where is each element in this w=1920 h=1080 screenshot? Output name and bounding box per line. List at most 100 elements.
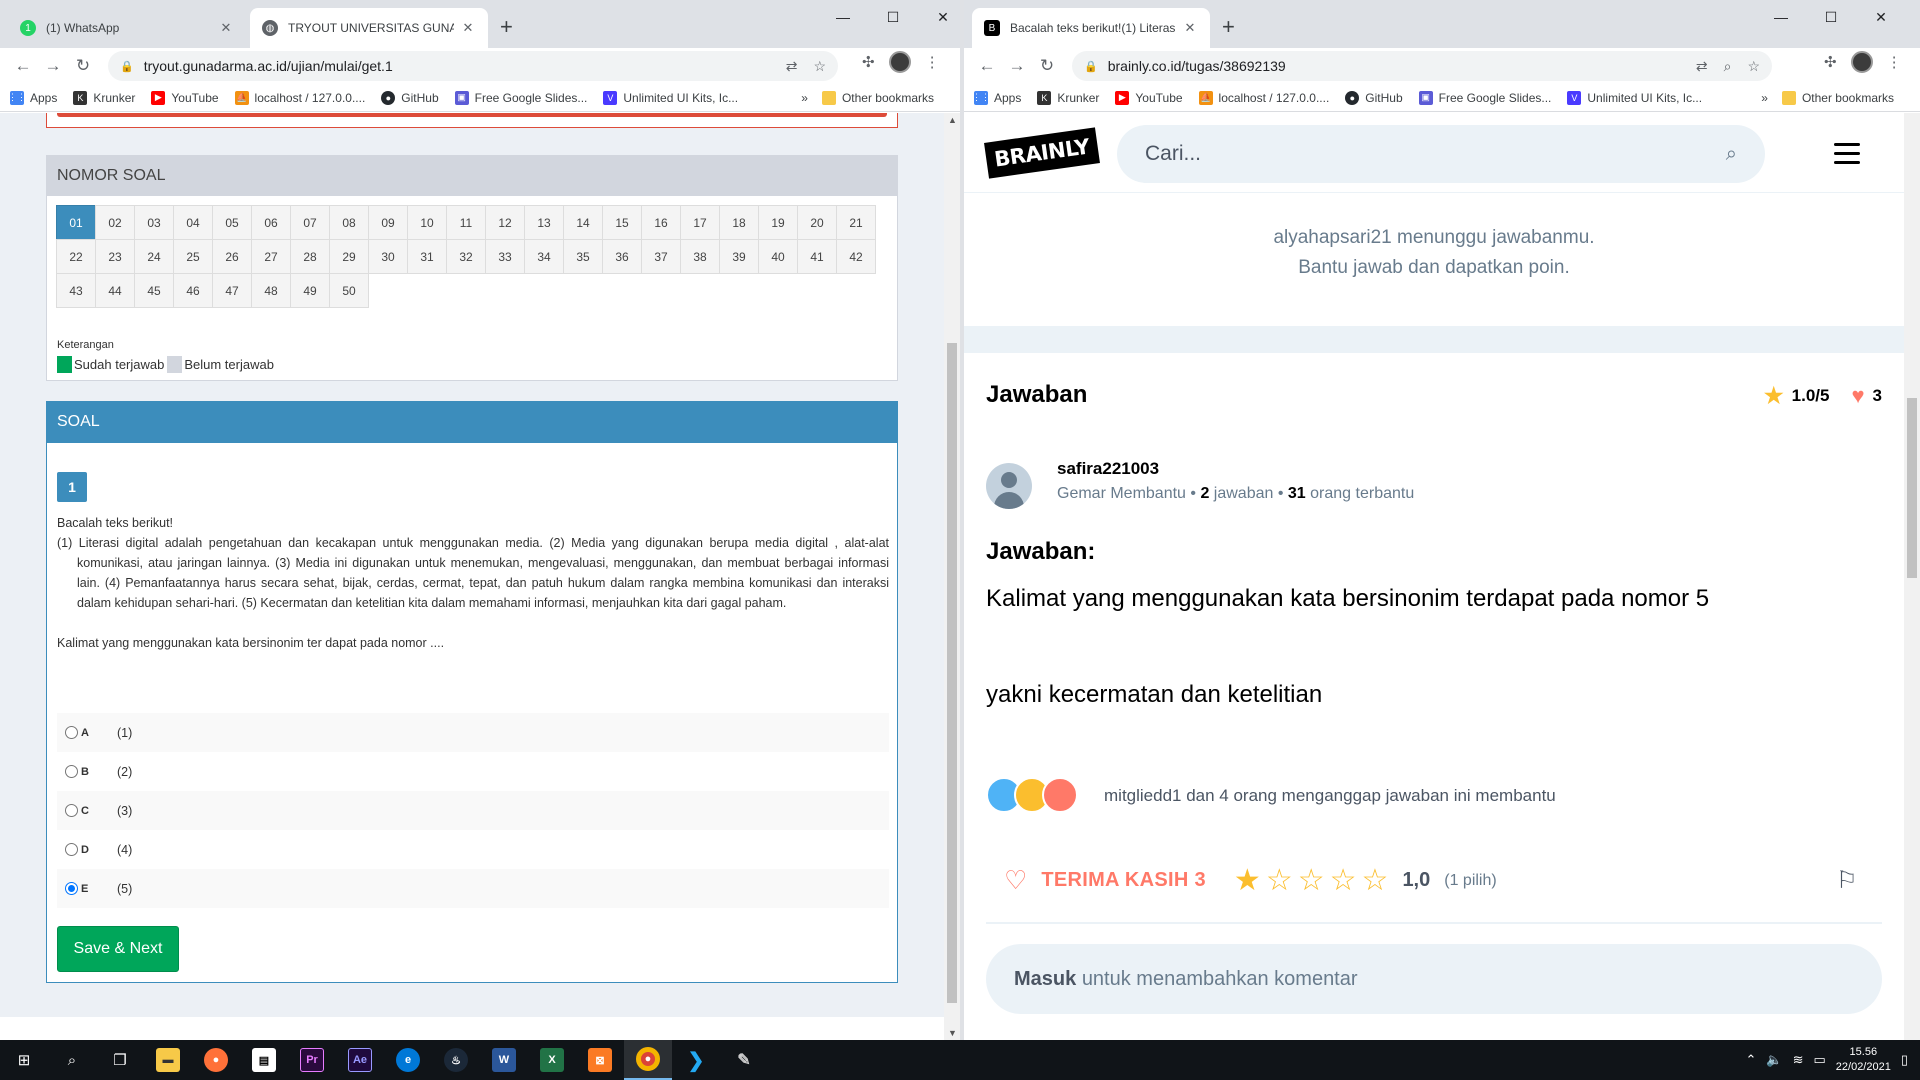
bookmarks-overflow[interactable]: »: [801, 91, 808, 105]
question-number-32[interactable]: 32: [446, 239, 486, 274]
xampp-icon[interactable]: ⊠: [576, 1040, 624, 1080]
forward-icon[interactable]: →: [1002, 51, 1032, 81]
question-number-10[interactable]: 10: [407, 205, 447, 240]
bookmark-localhost[interactable]: ⛵ localhost / 127.0.0....: [1198, 90, 1329, 105]
tab-brainly[interactable]: B Bacalah teks berikut!(1) Literasi digi…: [972, 8, 1210, 48]
question-number-41[interactable]: 41: [797, 239, 837, 274]
question-number-06[interactable]: 06: [251, 205, 291, 240]
question-number-12[interactable]: 12: [485, 205, 525, 240]
user-rank[interactable]: Gemar Membantu: [1057, 485, 1186, 502]
hamburger-menu-icon[interactable]: [1834, 143, 1860, 170]
extensions-icon[interactable]: ✣: [1824, 53, 1837, 71]
maximize-icon[interactable]: ☐: [868, 4, 918, 30]
question-number-14[interactable]: 14: [563, 205, 603, 240]
question-number-40[interactable]: 40: [758, 239, 798, 274]
login-link[interactable]: Masuk: [1014, 968, 1076, 990]
user-name[interactable]: safira221003: [1057, 459, 1159, 479]
question-number-48[interactable]: 48: [251, 273, 291, 308]
question-number-20[interactable]: 20: [797, 205, 837, 240]
question-number-25[interactable]: 25: [173, 239, 213, 274]
question-number-43[interactable]: 43: [56, 273, 96, 308]
question-number-27[interactable]: 27: [251, 239, 291, 274]
reload-icon[interactable]: ↻: [1032, 51, 1062, 81]
bookmark-krunker[interactable]: K Krunker: [1037, 90, 1099, 105]
question-number-17[interactable]: 17: [680, 205, 720, 240]
question-number-47[interactable]: 47: [212, 273, 252, 308]
bookmark-localhost[interactable]: ⛵ localhost / 127.0.0....: [234, 90, 365, 105]
question-number-19[interactable]: 19: [758, 205, 798, 240]
star-3-icon[interactable]: ☆: [1298, 863, 1325, 898]
profile-avatar[interactable]: [1850, 51, 1873, 73]
star-5-icon[interactable]: ☆: [1362, 863, 1389, 898]
brainly-logo[interactable]: BRAINLY: [984, 127, 1100, 179]
bookmark-github[interactable]: ● GitHub: [1345, 90, 1403, 105]
question-number-33[interactable]: 33: [485, 239, 525, 274]
page-scrollbar[interactable]: [1904, 113, 1920, 1040]
question-number-04[interactable]: 04: [173, 205, 213, 240]
option-e[interactable]: E (5): [57, 869, 889, 908]
bookmark-uikits[interactable]: V Unlimited UI Kits, Ic...: [1567, 90, 1702, 105]
close-tab-icon[interactable]: ✕: [460, 20, 476, 36]
page-scrollbar[interactable]: ▲ ▼: [944, 113, 960, 1040]
question-number-21[interactable]: 21: [836, 205, 876, 240]
firefox-icon[interactable]: ●: [192, 1040, 240, 1080]
question-number-11[interactable]: 11: [446, 205, 486, 240]
question-number-08[interactable]: 08: [329, 205, 369, 240]
question-number-44[interactable]: 44: [95, 273, 135, 308]
bookmark-apps[interactable]: ⋮⋮ Apps: [972, 90, 1021, 105]
extensions-icon[interactable]: ✣: [862, 53, 875, 71]
question-number-36[interactable]: 36: [602, 239, 642, 274]
bookmark-apps[interactable]: ⋮⋮ Apps: [8, 90, 57, 105]
comment-input[interactable]: Masuk untuk menambahkan komentar: [986, 944, 1882, 1014]
windows-start-icon[interactable]: ⊞: [0, 1040, 48, 1080]
question-number-45[interactable]: 45: [134, 273, 174, 308]
radio-e[interactable]: [65, 882, 78, 895]
question-number-30[interactable]: 30: [368, 239, 408, 274]
bookmark-slides[interactable]: ▣ Free Google Slides...: [1418, 90, 1551, 105]
volume-icon[interactable]: 🔈: [1766, 1052, 1782, 1068]
edge-icon[interactable]: e: [384, 1040, 432, 1080]
star-2-icon[interactable]: ☆: [1266, 863, 1293, 898]
question-number-03[interactable]: 03: [134, 205, 174, 240]
radio-a[interactable]: [65, 726, 78, 739]
notification-icon[interactable]: ▭: [1813, 1052, 1825, 1068]
steam-icon[interactable]: ♨: [432, 1040, 480, 1080]
new-tab-button[interactable]: +: [1222, 14, 1235, 40]
store-icon[interactable]: ▤: [240, 1040, 288, 1080]
bookmark-star-icon[interactable]: ☆: [813, 58, 826, 75]
question-number-18[interactable]: 18: [719, 205, 759, 240]
profile-avatar[interactable]: [888, 51, 911, 73]
scroll-thumb[interactable]: [947, 343, 957, 1003]
star-rating[interactable]: ★ ☆ ☆ ☆ ☆: [1234, 863, 1389, 898]
forward-icon[interactable]: →: [38, 51, 68, 81]
search-icon[interactable]: ⌕: [1726, 143, 1737, 166]
task-view-icon[interactable]: ❐: [96, 1040, 144, 1080]
search-input[interactable]: Cari... ⌕: [1117, 125, 1765, 183]
scroll-thumb[interactable]: [1907, 398, 1917, 578]
report-flag-icon[interactable]: ⚐: [1836, 866, 1858, 895]
tab-whatsapp[interactable]: 1 (1) WhatsApp ✕: [8, 8, 246, 48]
clock[interactable]: 15.56 22/02/2021: [1836, 1045, 1891, 1075]
after-effects-icon[interactable]: Ae: [336, 1040, 384, 1080]
option-d[interactable]: D (4): [57, 830, 889, 869]
question-number-39[interactable]: 39: [719, 239, 759, 274]
address-bar[interactable]: 🔒 brainly.co.id/tugas/38692139 ⇄ ⌕ ☆: [1072, 51, 1772, 81]
vscode-icon[interactable]: ❯: [672, 1040, 720, 1080]
radio-b[interactable]: [65, 765, 78, 778]
question-number-50[interactable]: 50: [329, 273, 369, 308]
menu-kebab-icon[interactable]: ⋮: [925, 53, 940, 71]
question-number-07[interactable]: 07: [290, 205, 330, 240]
question-number-24[interactable]: 24: [134, 239, 174, 274]
option-b[interactable]: B (2): [57, 752, 889, 791]
question-number-35[interactable]: 35: [563, 239, 603, 274]
minimize-icon[interactable]: —: [818, 4, 868, 30]
translate-icon[interactable]: ⇄: [1696, 58, 1708, 75]
close-tab-icon[interactable]: ✕: [218, 20, 234, 36]
action-center-icon[interactable]: ▯: [1901, 1052, 1908, 1068]
back-icon[interactable]: ←: [972, 51, 1002, 81]
translate-icon[interactable]: ⇄: [786, 58, 798, 75]
user-avatar[interactable]: [986, 463, 1032, 509]
thanks-button[interactable]: TERIMA KASIH 3: [1041, 869, 1206, 892]
address-bar[interactable]: 🔒 tryout.gunadarma.ac.id/ujian/mulai/get…: [108, 51, 838, 81]
question-number-49[interactable]: 49: [290, 273, 330, 308]
